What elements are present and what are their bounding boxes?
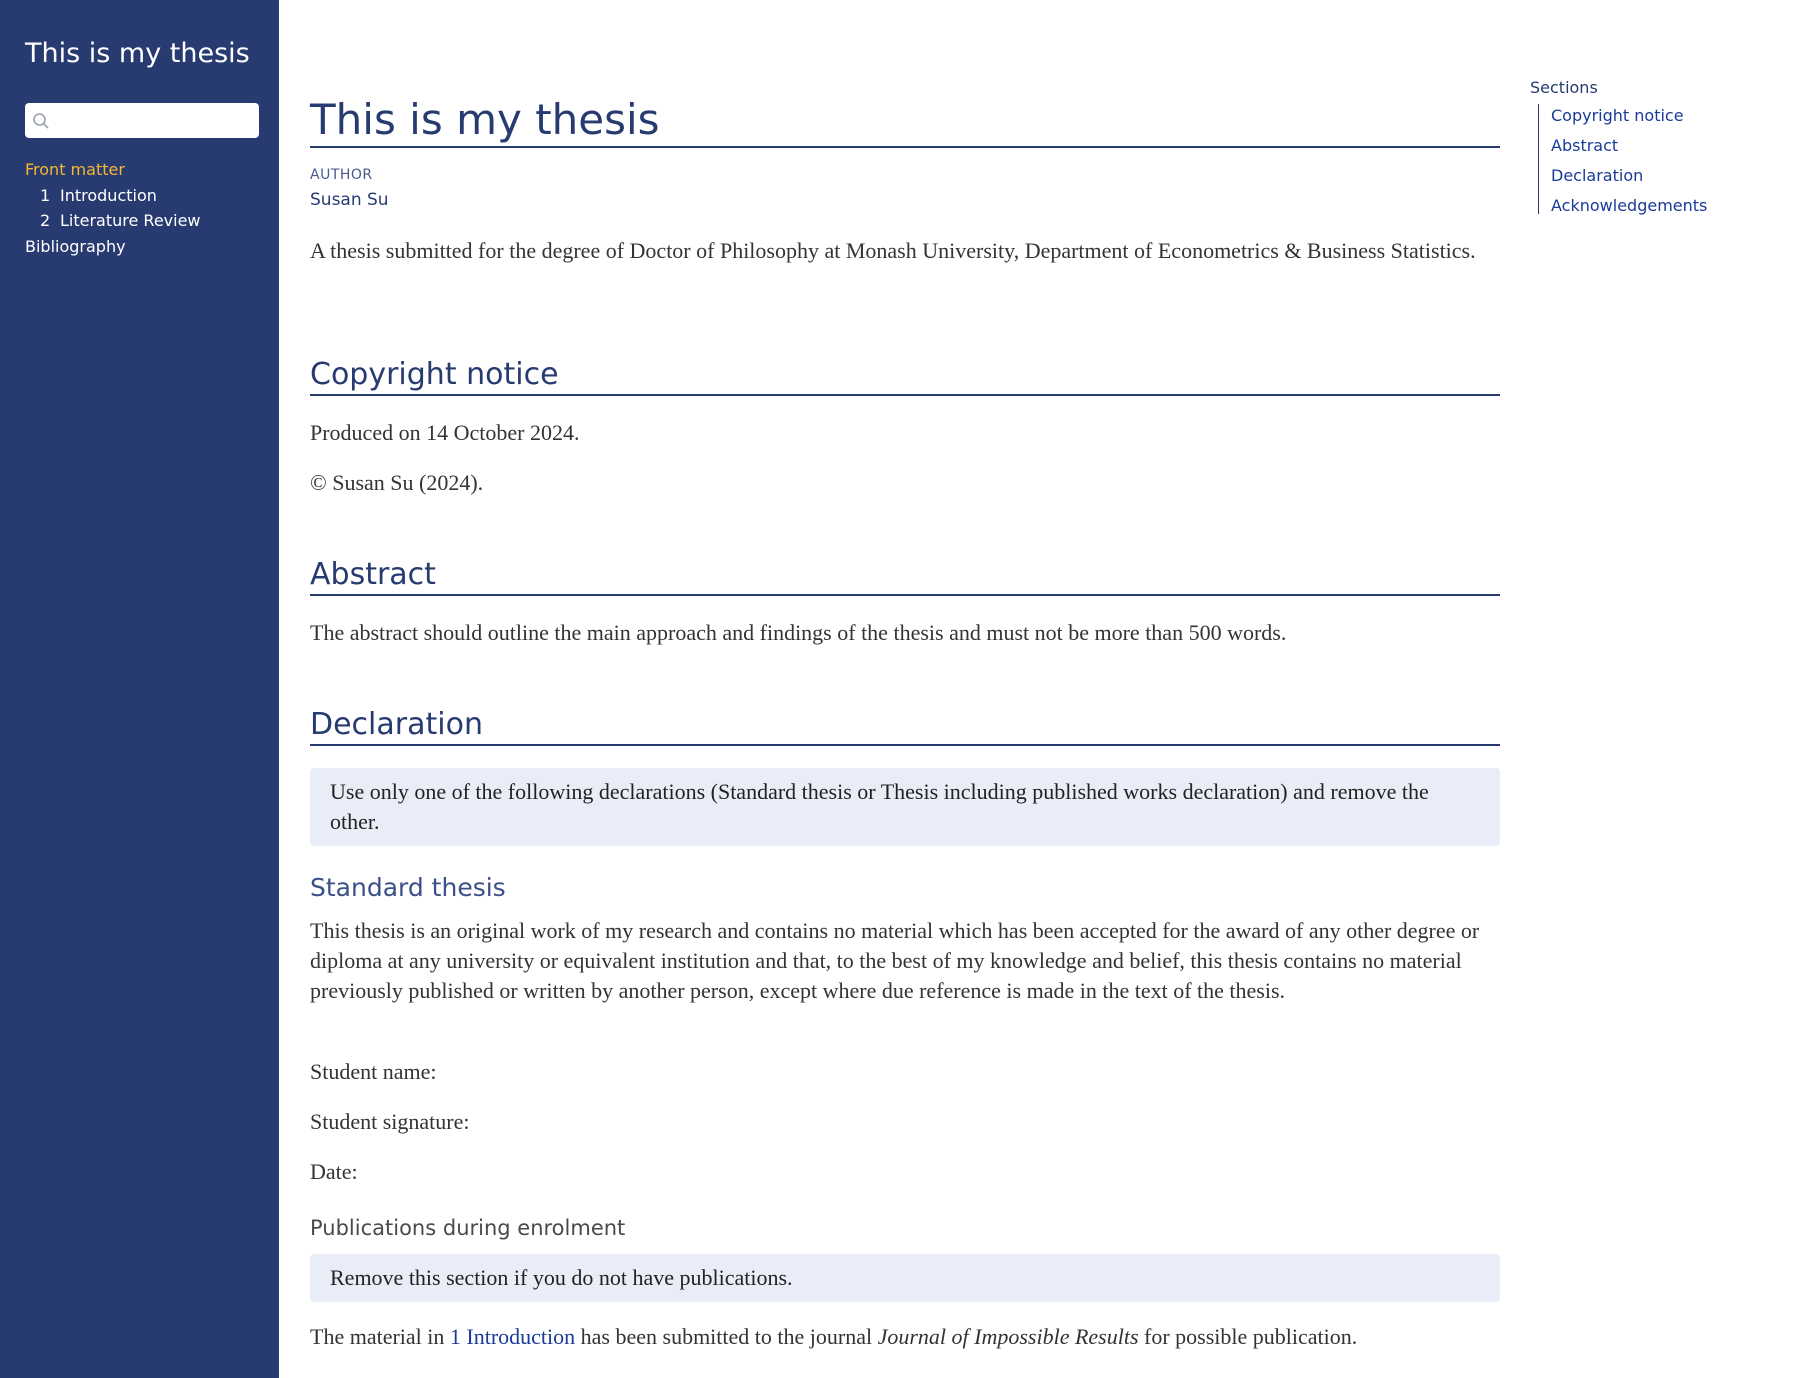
sidebar-item-front-matter[interactable]: Front matter — [25, 160, 125, 179]
date-label: Date: — [310, 1159, 358, 1184]
introduction-link[interactable]: 1 Introduction — [450, 1324, 575, 1349]
standard-thesis-heading: Standard thesis — [310, 873, 506, 902]
author-name: Susan Su — [310, 190, 389, 210]
material-prefix: The material in — [310, 1324, 450, 1349]
search-input[interactable] — [55, 103, 251, 138]
sidebar-item-label: Bibliography — [25, 237, 126, 256]
sidebar-item-label: Literature Review — [60, 211, 201, 230]
declaration-heading: Declaration — [310, 707, 1500, 746]
toc-item-declaration[interactable]: Declaration — [1551, 166, 1643, 185]
search-icon — [33, 113, 49, 129]
abstract-heading: Abstract — [310, 557, 1500, 596]
produced-text: Produced on 14 October 2024. — [310, 420, 580, 445]
standard-thesis-text: This thesis is an original work of my re… — [310, 918, 1480, 1003]
declaration-callout: Use only one of the following declaratio… — [310, 768, 1500, 846]
sidebar-item-introduction[interactable]: 1 Introduction — [40, 186, 157, 205]
material-middle: has been submitted to the journal — [575, 1324, 878, 1349]
copyright-heading: Copyright notice — [310, 357, 1500, 396]
material-suffix: for possible publication. — [1138, 1324, 1358, 1349]
author-label: AUTHOR — [310, 167, 373, 183]
sidebar-item-literature-review[interactable]: 2 Literature Review — [40, 211, 201, 230]
student-name-label: Student name: — [310, 1059, 437, 1084]
search-box[interactable] — [25, 103, 259, 138]
sidebar-item-bibliography[interactable]: Bibliography — [25, 237, 126, 256]
toc-title: Sections — [1530, 78, 1598, 97]
copyright-text: © Susan Su (2024). — [310, 470, 484, 495]
page-title: This is my thesis — [310, 95, 1500, 148]
sidebar-item-label: Introduction — [60, 186, 157, 205]
sidebar-item-number: 1 — [40, 186, 51, 205]
toc-item-abstract[interactable]: Abstract — [1551, 136, 1618, 155]
sidebar-item-number: 2 — [40, 211, 51, 230]
publications-callout: Remove this section if you do not have p… — [310, 1254, 1500, 1302]
toc-item-acknowledgements[interactable]: Acknowledgements — [1551, 196, 1707, 215]
abstract-text: The abstract should outline the main app… — [310, 620, 1287, 645]
student-signature-label: Student signature: — [310, 1109, 470, 1134]
publication-material-text: The material in 1 Introduction has been … — [310, 1322, 1500, 1352]
journal-name: Journal of Impossible Results — [877, 1324, 1139, 1349]
publications-heading: Publications during enrolment — [310, 1216, 626, 1240]
toc-list: Copyright notice Abstract Declaration Ac… — [1538, 104, 1739, 215]
sidebar-title[interactable]: This is my thesis — [25, 38, 250, 69]
sidebar-item-label: Front matter — [25, 160, 125, 179]
sidebar: This is my thesis Front matter 1 Introduc… — [0, 0, 279, 1378]
intro-paragraph: A thesis submitted for the degree of Doc… — [310, 238, 1476, 263]
toc-item-copyright-notice[interactable]: Copyright notice — [1551, 106, 1684, 125]
